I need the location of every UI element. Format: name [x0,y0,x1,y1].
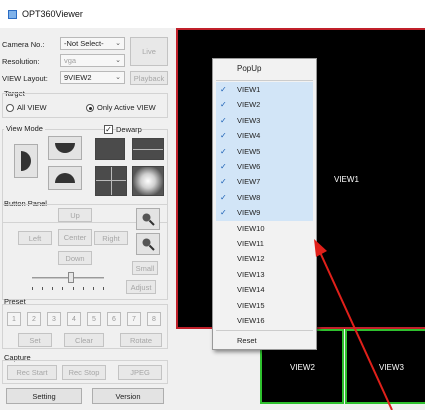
window-title: OPT360Viewer [22,9,83,19]
menu-item-view10[interactable]: VIEW10 [216,221,313,236]
version-button[interactable]: Version [92,388,164,404]
popup-context-menu: PopUp ✓ VIEW1 ✓ VIEW2 ✓ VIEW3 ✓ VIEW4 ✓ VIEW5… [212,58,317,350]
menu-item-view3[interactable]: ✓ VIEW3 [216,112,313,129]
view-layout-label: VIEW Layout: [2,74,48,83]
preset-slot-5[interactable]: 5 [87,312,101,326]
all-view-label: All VIEW [17,103,47,112]
only-active-view-label: Only Active VIEW [97,103,156,112]
zoom-in-button[interactable] [136,208,160,230]
fisheye-view-mode-button[interactable] [132,166,164,196]
menu-item-view7[interactable]: ✓ VIEW7 [216,174,313,190]
preset-slot-7[interactable]: 7 [127,312,141,326]
chevron-down-icon: ⌄ [115,74,121,81]
view2-label: VIEW2 [290,363,315,372]
half-dome-left-mode-button[interactable] [14,144,38,178]
checkmark-icon: ✓ [220,100,227,110]
single-view-mode-button[interactable] [95,138,125,160]
magnifier-icon [142,238,155,251]
live-button[interactable]: Live [130,37,168,66]
up-button[interactable]: Up [58,208,92,222]
menu-item-view2[interactable]: ✓ VIEW2 [216,97,313,113]
menu-item-view4[interactable]: ✓ VIEW4 [216,128,313,144]
zoom-out-button[interactable] [136,233,160,255]
split-view-mode-button[interactable] [132,138,164,160]
menu-item-reset[interactable]: Reset [216,334,313,348]
preset-slot-8[interactable]: 8 [147,312,161,326]
preset-slot-6[interactable]: 6 [107,312,121,326]
view1-label: VIEW1 [334,175,359,184]
center-button[interactable]: Center [58,229,92,246]
quad-view-mode-button[interactable] [95,166,127,196]
resolution-select-value: vga [64,56,77,65]
checkmark-icon: ✓ [220,115,227,125]
all-view-radio[interactable] [6,104,14,112]
rec-start-button[interactable]: Rec Start [7,365,57,380]
dome-up-icon [55,173,75,183]
small-button[interactable]: Small [132,261,158,275]
left-button[interactable]: Left [18,231,52,245]
slider-thumb[interactable] [68,272,74,283]
popup-title: PopUp [237,64,262,73]
view-layout-select-value: 9VIEW2 [64,73,92,82]
menu-item-view1[interactable]: ✓ VIEW1 [216,82,313,98]
camera-select[interactable]: -Not Select- ⌄ [60,37,125,50]
checkmark-icon: ✓ [220,85,227,94]
checkmark-icon: ✓ [220,192,227,202]
preset-set-button[interactable]: Set [18,333,52,347]
preset-slot-4[interactable]: 4 [67,312,81,326]
preset-slot-1[interactable]: 1 [7,312,21,326]
right-button[interactable]: Right [94,231,128,245]
chevron-down-icon: ⌄ [115,40,121,47]
checkmark-icon: ✓ [220,177,227,187]
menu-separator [216,80,313,81]
half-dome-top-mode-button[interactable] [48,136,82,160]
half-dome-bottom-mode-button[interactable] [48,166,82,190]
view-layout-select[interactable]: 9VIEW2 ⌄ [60,71,125,84]
dome-right-icon [21,151,31,171]
zoom-slider[interactable] [32,270,104,292]
menu-item-view14[interactable]: VIEW14 [216,282,313,297]
control-panel: Camera No.: -Not Select- ⌄ Resolution: v… [0,28,172,410]
title-bar: OPT360Viewer [0,0,425,28]
view3-label: VIEW3 [379,363,404,372]
checkmark-icon: ✓ [220,131,227,141]
rec-stop-button[interactable]: Rec Stop [62,365,106,380]
checkmark-icon: ✓ [220,208,227,218]
chevron-down-icon: ⌄ [115,57,121,64]
menu-item-view11[interactable]: VIEW11 [216,236,313,251]
menu-item-view13[interactable]: VIEW13 [216,267,313,282]
menu-separator [216,330,313,331]
menu-item-view9[interactable]: ✓ VIEW9 [216,205,313,221]
menu-item-view8[interactable]: ✓ VIEW8 [216,189,313,206]
menu-item-view5[interactable]: ✓ VIEW5 [216,143,313,159]
preset-slot-3[interactable]: 3 [47,312,61,326]
only-active-view-radio[interactable] [86,104,94,112]
playback-button[interactable]: Playback [130,71,168,85]
checkmark-icon: ✓ [220,146,227,156]
menu-item-view12[interactable]: VIEW12 [216,251,313,266]
camera-label: Camera No.: [2,40,45,49]
view3-panel[interactable]: VIEW3 [345,329,425,404]
slider-ticks [32,287,104,290]
preset-clear-button[interactable]: Clear [64,333,104,347]
app-icon [8,9,17,19]
resolution-label: Resolution: [2,57,40,66]
magnifier-icon [142,213,155,226]
dewarp-checkbox[interactable]: ✓ [104,125,113,134]
adjust-button[interactable]: Adjust [126,280,156,294]
dome-down-icon [55,143,75,153]
menu-item-view16[interactable]: VIEW16 [216,313,313,328]
preset-rotate-button[interactable]: Rotate [120,333,162,347]
camera-select-value: -Not Select- [64,39,104,48]
menu-item-view6[interactable]: ✓ VIEW6 [216,159,313,175]
setting-button[interactable]: Setting [6,388,82,404]
down-button[interactable]: Down [58,251,92,265]
menu-item-view15[interactable]: VIEW15 [216,298,313,313]
preset-slot-2[interactable]: 2 [27,312,41,326]
jpeg-button[interactable]: JPEG [118,365,162,380]
dewarp-label: Dewarp [116,125,142,134]
resolution-select[interactable]: vga ⌄ [60,54,125,67]
checkmark-icon: ✓ [220,162,227,171]
view-mode-title: View Mode [4,124,45,133]
